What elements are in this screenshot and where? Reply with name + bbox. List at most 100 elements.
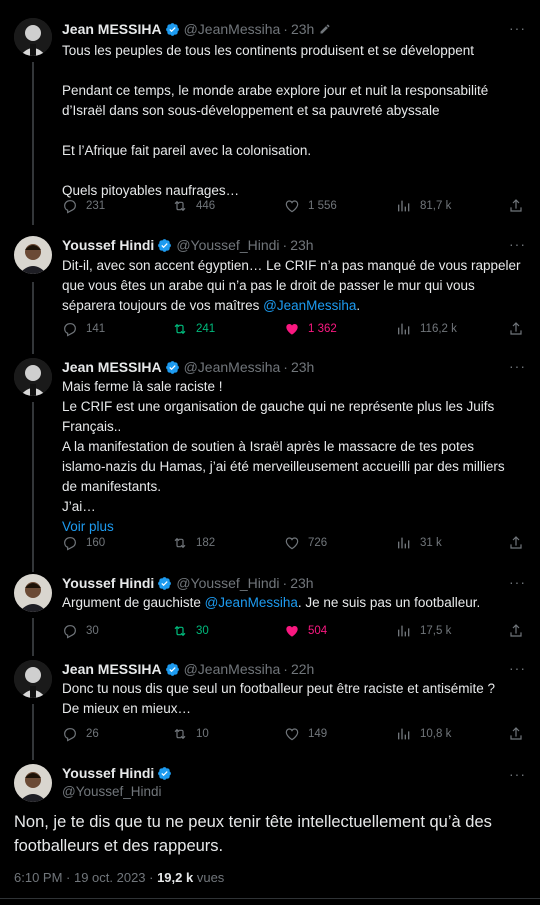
reply-count: 26	[86, 728, 99, 740]
timestamp[interactable]: 6:10 PM · 19 oct. 2023 ·	[14, 870, 157, 885]
like-count: 1 362	[308, 323, 337, 335]
like-button[interactable]: 1 556	[284, 196, 337, 216]
reply-button[interactable]: 141	[62, 319, 105, 339]
avatar[interactable]	[14, 358, 52, 396]
views-button[interactable]: 116,2 k	[396, 319, 457, 339]
reply-button[interactable]: 26	[62, 724, 99, 744]
retweet-button[interactable]: 182	[172, 533, 215, 553]
text-line: Dit-il, avec son accent égyptien… Le CRI…	[62, 258, 521, 273]
avatar[interactable]	[14, 660, 52, 698]
author-handle[interactable]: @JeanMessiha	[184, 661, 281, 677]
retweet-button[interactable]: 446	[172, 196, 215, 216]
tweet-time[interactable]: 23h	[291, 359, 314, 375]
text-line: séparera toujours de vos maîtres @JeanMe…	[62, 296, 522, 316]
like-button[interactable]: 149	[284, 724, 327, 744]
action-bar: 30 30 504 17,5 k	[62, 621, 524, 641]
reply-button[interactable]: 231	[62, 196, 105, 216]
author-handle[interactable]: @Youssef_Hindi	[176, 575, 279, 591]
thread-connector	[32, 402, 34, 572]
text-line: A la manifestation de soutien à Israël a…	[62, 439, 474, 454]
divider	[0, 898, 540, 899]
share-button[interactable]	[508, 196, 524, 216]
views-count: 31 k	[420, 537, 442, 549]
tweet-header: Youssef Hindi @Youssef_Hindi · 23h	[62, 574, 314, 592]
more-dots-icon[interactable]: ···	[509, 358, 526, 374]
views-button[interactable]: 10,8 k	[396, 724, 451, 744]
retweet-count: 241	[196, 323, 216, 335]
share-button[interactable]	[508, 319, 524, 339]
reply-count: 231	[86, 200, 106, 212]
more-dots-icon[interactable]: ···	[509, 660, 526, 676]
author-handle[interactable]: @Youssef_Hindi	[62, 784, 162, 799]
thread-connector	[32, 704, 34, 760]
author-name[interactable]: Youssef Hindi	[62, 765, 154, 781]
author-handle[interactable]: @JeanMessiha	[184, 21, 281, 37]
avatar[interactable]	[14, 18, 52, 56]
thread-connector	[32, 62, 34, 225]
avatar[interactable]	[14, 574, 52, 612]
text-line: d’Israël dans son sous-développement et …	[62, 103, 440, 118]
share-button[interactable]	[508, 533, 524, 553]
reply-button[interactable]: 30	[62, 621, 99, 641]
text-line: Argument de gauchiste @JeanMessiha. Je n…	[62, 593, 522, 613]
text-line: islamo-nazis du Hamas, j’ai été merveill…	[62, 459, 505, 474]
tweet-time[interactable]: 23h	[290, 237, 313, 253]
action-bar: 26 10 149 10,8 k	[62, 724, 524, 744]
more-dots-icon[interactable]: ···	[509, 20, 526, 36]
thread-connector	[32, 282, 34, 354]
tweet-thread: Jean MESSIHA @JeanMessiha · 23h ··· Tous…	[0, 0, 540, 905]
views-label: vues	[193, 870, 225, 885]
views-button[interactable]: 81,7 k	[396, 196, 451, 216]
action-bar: 231 446 1 556 81,7 k	[62, 196, 524, 216]
reply-count: 30	[86, 625, 99, 637]
like-button[interactable]: 726	[284, 533, 327, 553]
text-line: Tous les peuples de tous les continents …	[62, 43, 475, 58]
action-bar: 160 182 726 31 k	[62, 533, 524, 553]
thread-connector	[32, 618, 34, 656]
verified-badge-icon	[165, 360, 180, 375]
author-name[interactable]: Jean MESSIHA	[62, 661, 162, 677]
avatar[interactable]	[14, 764, 52, 802]
verified-badge-icon	[157, 766, 172, 781]
text-line: Le CRIF est une organisation de gauche q…	[62, 399, 495, 414]
tweet-time[interactable]: 22h	[291, 661, 314, 677]
retweet-button[interactable]: 241	[172, 319, 215, 339]
views-button[interactable]: 31 k	[396, 533, 442, 553]
verified-badge-icon	[165, 22, 180, 37]
avatar[interactable]	[14, 236, 52, 274]
like-count: 504	[308, 625, 328, 637]
author-handle[interactable]: @Youssef_Hindi	[176, 237, 279, 253]
share-button[interactable]	[508, 724, 524, 744]
more-dots-icon[interactable]: ···	[509, 574, 526, 590]
author-name[interactable]: Jean MESSIHA	[62, 21, 162, 37]
retweet-button[interactable]: 10	[172, 724, 209, 744]
text-line: Pendant ce temps, le monde arabe explore…	[62, 83, 489, 98]
retweet-button[interactable]: 30	[172, 621, 209, 641]
author-handle[interactable]: @JeanMessiha	[184, 359, 281, 375]
mention-link[interactable]: @JeanMessiha	[205, 595, 298, 610]
tweet-time[interactable]: 23h	[291, 21, 314, 37]
more-dots-icon[interactable]: ···	[509, 766, 526, 782]
mention-link[interactable]: @JeanMessiha	[263, 298, 356, 313]
text-line: Français..	[62, 419, 122, 434]
share-button[interactable]	[508, 621, 524, 641]
author-name[interactable]: Jean MESSIHA	[62, 359, 162, 375]
tweet-header: Jean MESSIHA @JeanMessiha · 22h	[62, 660, 314, 678]
more-dots-icon[interactable]: ···	[509, 236, 526, 252]
views-button[interactable]: 17,5 k	[396, 621, 451, 641]
text-line: que vous êtes un arabe qui n’a pas le dr…	[62, 278, 475, 293]
text-fragment: .	[356, 298, 361, 313]
like-button[interactable]: 1 362	[284, 319, 337, 339]
separator-dot: ·	[282, 575, 288, 591]
reply-button[interactable]: 160	[62, 533, 105, 553]
retweet-count: 10	[196, 728, 209, 740]
like-button[interactable]: 504	[284, 621, 327, 641]
text-line: footballeurs et des rappeurs.	[14, 837, 224, 855]
edit-pencil-icon	[319, 23, 331, 35]
author-name[interactable]: Youssef Hindi	[62, 575, 154, 591]
text-line: Donc tu nous dis que seul un footballeur…	[62, 681, 496, 696]
tweet-header: Youssef Hindi	[62, 764, 176, 782]
author-name[interactable]: Youssef Hindi	[62, 237, 154, 253]
text-line: De mieux en mieux…	[62, 701, 192, 716]
tweet-time[interactable]: 23h	[290, 575, 313, 591]
